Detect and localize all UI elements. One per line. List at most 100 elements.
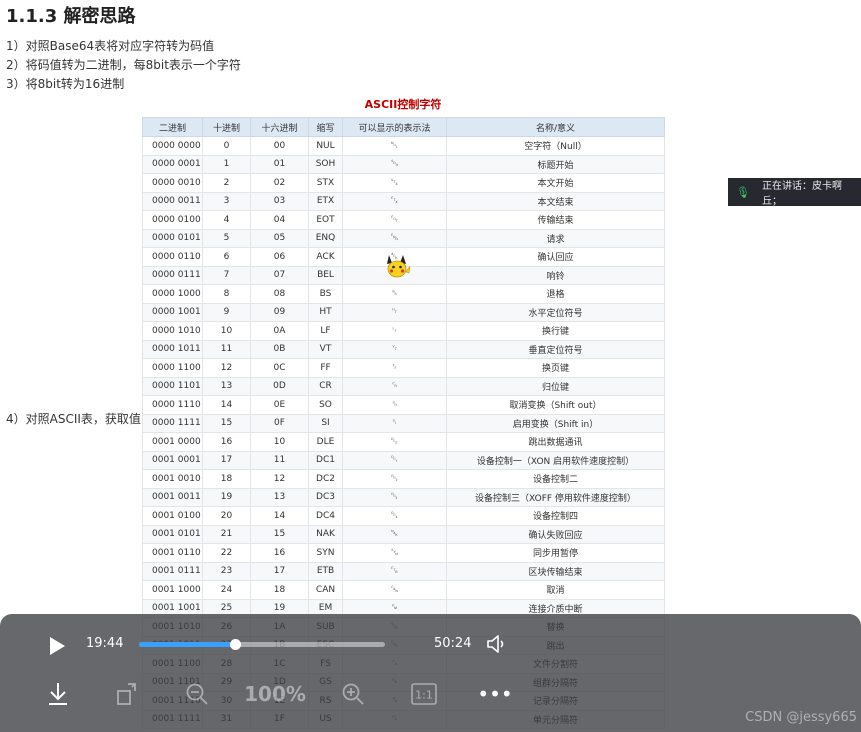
binary-cell: 0000 0011	[142, 191, 203, 211]
hex-cell: 08	[250, 284, 309, 304]
abbr-cell: BEL	[308, 265, 343, 285]
decimal-cell: 6	[202, 247, 251, 267]
binary-cell: 0000 0110	[142, 247, 203, 267]
table-row: 0000 1110 14 0E SO ␎ 取消变换（Shift out）	[142, 395, 665, 415]
symbol-cell: ␐	[342, 432, 447, 452]
hex-cell: 18	[250, 580, 309, 600]
abbr-cell: DLE	[308, 432, 343, 452]
progress-bar[interactable]	[139, 639, 385, 650]
symbol-cell: ␑	[342, 450, 447, 470]
abbr-cell: SYN	[308, 543, 343, 563]
column-header: 十六进制	[250, 117, 309, 137]
table-row: 0000 1101 13 0D CR ␍ 归位键	[142, 376, 665, 396]
column-header: 可以显示的表示法	[342, 117, 447, 137]
meaning-cell: 归位键	[446, 376, 665, 396]
zoom-in-icon	[342, 683, 364, 705]
hex-cell: 03	[250, 191, 309, 211]
table-row: 0001 0101 21 15 NAK ␕ 确认失败回应	[142, 524, 665, 544]
zoom-level: 100%	[244, 682, 306, 706]
decimal-cell: 9	[202, 302, 251, 322]
table-row: 0000 0101 5 05 ENQ ␅ 请求	[142, 228, 665, 248]
hex-cell: 0C	[250, 358, 309, 378]
binary-cell: 0001 0011	[142, 487, 203, 507]
symbol-cell: ␘	[342, 580, 447, 600]
meaning-cell: 设备控制三（XOFF 停用软件速度控制）	[446, 487, 665, 507]
binary-cell: 0000 1011	[142, 339, 203, 359]
decimal-cell: 12	[202, 358, 251, 378]
abbr-cell: CR	[308, 376, 343, 396]
hex-cell: 12	[250, 469, 309, 489]
symbol-cell: ␒	[342, 469, 447, 489]
pikachu-cursor-icon	[387, 255, 410, 278]
decimal-cell: 2	[202, 173, 251, 193]
meaning-cell: 换页键	[446, 358, 665, 378]
hex-cell: 02	[250, 173, 309, 193]
meaning-cell: 换行键	[446, 321, 665, 341]
meaning-cell: 确认回应	[446, 247, 665, 267]
binary-cell: 0000 0101	[142, 228, 203, 248]
watermark: CSDN @jessy665	[745, 710, 857, 725]
binary-cell: 0000 1111	[142, 413, 203, 433]
meaning-cell: 设备控制二	[446, 469, 665, 489]
total-time: 50:24	[434, 636, 472, 651]
symbol-cell: ␉	[342, 302, 447, 322]
table-row: 0000 0001 1 01 SOH ␁ 标题开始	[142, 154, 665, 174]
table-row: 0000 1001 9 09 HT ␉ 水平定位符号	[142, 302, 665, 322]
symbol-cell: ␓	[342, 487, 447, 507]
binary-cell: 0000 0100	[142, 210, 203, 230]
abbr-cell: SO	[308, 395, 343, 415]
hex-cell: 11	[250, 450, 309, 470]
symbol-cell: ␀	[342, 136, 447, 156]
symbol-cell: ␌	[342, 358, 447, 378]
abbr-cell: LF	[308, 321, 343, 341]
step-1: 1）对照Base64表将对应字符转为码值	[6, 39, 215, 53]
symbol-cell: ␎	[342, 395, 447, 415]
download-button[interactable]	[46, 680, 70, 708]
table-row: 0000 0011 3 03 ETX ␃ 本文结束	[142, 191, 665, 211]
volume-icon[interactable]	[486, 633, 506, 655]
column-header: 名称/意义	[446, 117, 665, 137]
abbr-cell: NUL	[308, 136, 343, 156]
symbol-cell: ␔	[342, 506, 447, 526]
table-row: 0000 1011 11 0B VT ␋ 垂直定位符号	[142, 339, 665, 359]
more-button[interactable]: •••	[477, 680, 512, 708]
binary-cell: 0000 1010	[142, 321, 203, 341]
hex-cell: 16	[250, 543, 309, 563]
hex-cell: 15	[250, 524, 309, 544]
binary-cell: 0000 1001	[142, 302, 203, 322]
meaning-cell: 空字符（Null）	[446, 136, 665, 156]
meaning-cell: 垂直定位符号	[446, 339, 665, 359]
decimal-cell: 17	[202, 450, 251, 470]
hex-cell: 0E	[250, 395, 309, 415]
meaning-cell: 取消变换（Shift out）	[446, 395, 665, 415]
video-player-controls: 19:44 50:24 100% 1:1 •••	[0, 614, 861, 732]
table-row: 0000 0100 4 04 EOT ␄ 传输结束	[142, 210, 665, 230]
binary-cell: 0000 0010	[142, 173, 203, 193]
table-row: 0001 0010 18 12 DC2 ␒ 设备控制二	[142, 469, 665, 489]
binary-cell: 0000 1000	[142, 284, 203, 304]
progress-handle[interactable]	[230, 639, 242, 650]
table-row: 0000 1111 15 0F SI ␏ 启用变换（Shift in）	[142, 413, 665, 433]
step-4: 4）对照ASCII表，获取值	[6, 412, 141, 426]
meaning-cell: 取消	[446, 580, 665, 600]
decimal-cell: 14	[202, 395, 251, 415]
current-time: 19:44	[86, 636, 124, 651]
binary-cell: 0000 0111	[142, 265, 203, 285]
play-icon[interactable]	[48, 636, 66, 656]
actual-size-button[interactable]: 1:1	[411, 680, 437, 708]
hex-cell: 05	[250, 228, 309, 248]
zoom-out-button[interactable]	[185, 680, 209, 708]
binary-cell: 0000 1110	[142, 395, 203, 415]
hex-cell: 10	[250, 432, 309, 452]
table-row: 0001 0000 16 10 DLE ␐ 跳出数据通讯	[142, 432, 665, 452]
abbr-cell: DC2	[308, 469, 343, 489]
binary-cell: 0001 0001	[142, 450, 203, 470]
speaking-text: 正在讲话：皮卡啊丘；	[761, 181, 842, 207]
meaning-cell: 退格	[446, 284, 665, 304]
zoom-in-button[interactable]	[341, 680, 365, 708]
hex-cell: 06	[250, 247, 309, 267]
column-header: 十进制	[202, 117, 251, 137]
table-row: 0000 1010 10 0A LF ␊ 换行键	[142, 321, 665, 341]
rotate-button[interactable]	[115, 680, 139, 708]
hex-cell: 00	[250, 136, 309, 156]
